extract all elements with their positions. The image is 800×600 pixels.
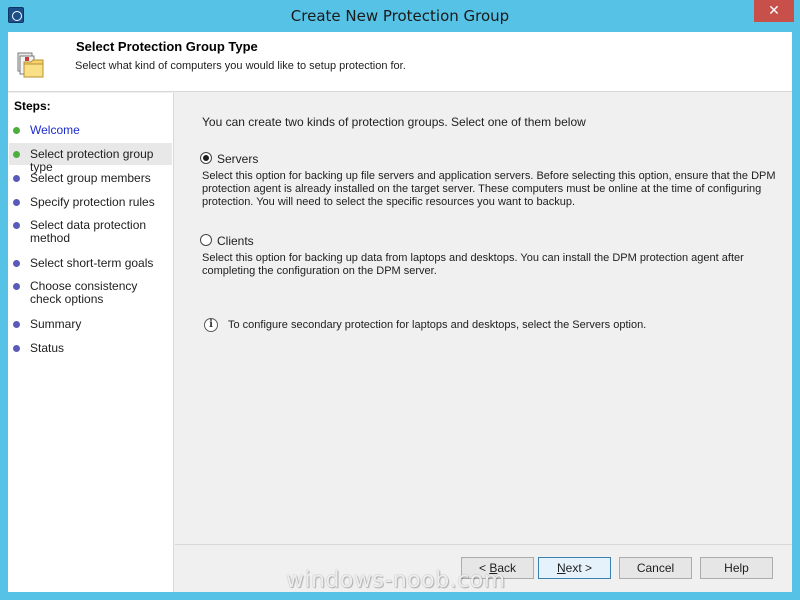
servers-radio-label[interactable]: Servers [217,152,258,166]
watermark: windows-noob.com [286,568,506,593]
clients-description: Select this option for backing up data f… [202,252,744,277]
main-content: You can create two kinds of protection g… [175,93,792,543]
help-button[interactable]: Help [700,557,773,579]
steps-heading: Steps: [14,99,51,113]
next-button-mnemonic: N [556,561,566,575]
step-status-dot [13,283,20,290]
step-status-dot [13,222,20,229]
clients-radio-label[interactable]: Clients [217,234,254,248]
intro-text: You can create two kinds of protection g… [202,115,586,129]
step-specify-protection-rules: Specify protection rules [30,195,155,209]
wizard-window: Create New Protection Group ✕ Select Pro… [0,0,800,600]
wizard-header: Select Protection Group Type Select what… [8,32,792,92]
step-status-dot [13,127,20,134]
cancel-button[interactable]: Cancel [619,557,692,579]
step-status-dot [13,151,20,158]
step-status-dot [13,260,20,267]
step-select-data-protection-method: Select data protection method [30,218,147,245]
step-status-dot [13,321,20,328]
step-status-dot [13,345,20,352]
steps-pane: Steps: Welcome Select protection group t… [8,93,174,592]
title-bar[interactable]: Create New Protection Group ✕ [0,0,800,32]
step-select-group-members: Select group members [30,171,151,185]
servers-radio[interactable] [200,152,212,164]
window-title: Create New Protection Group [290,7,510,25]
step-status-dot [13,199,20,206]
info-note: To configure secondary protection for la… [228,319,647,331]
step-choose-consistency-check-options: Choose consistency check options [30,279,138,306]
next-button[interactable]: Next > [538,557,611,579]
next-button-rest: ext > [565,561,593,575]
page-subtitle: Select what kind of computers you would … [75,60,406,72]
wizard-body: Select Protection Group Type Select what… [8,32,792,592]
protection-group-folder-icon [17,52,44,78]
step-status: Status [30,341,65,355]
clients-radio[interactable] [200,234,212,246]
info-icon: i [204,318,218,332]
step-status-dot [13,175,20,182]
step-select-short-term-goals: Select short-term goals [30,256,154,270]
servers-description: Select this option for backing up file s… [202,170,776,208]
step-summary: Summary [30,317,82,331]
page-title: Select Protection Group Type [76,39,258,54]
close-button[interactable]: ✕ [754,0,794,22]
footer-divider [175,544,792,545]
step-welcome[interactable]: Welcome [30,124,170,137]
